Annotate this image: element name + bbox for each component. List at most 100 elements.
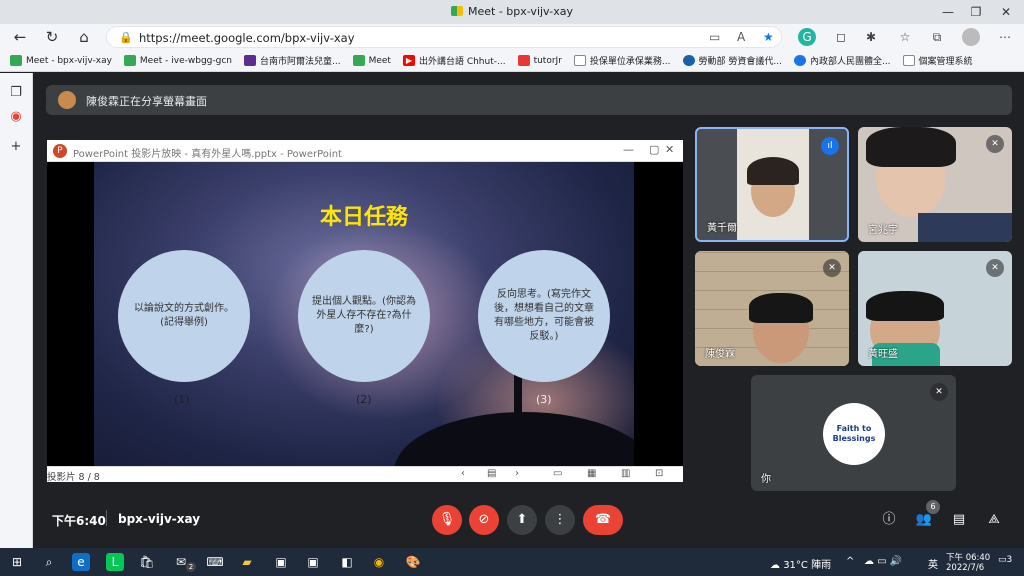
avatar (58, 91, 76, 109)
participant-tile[interactable]: ✕ 宮兆宇 (858, 127, 1012, 242)
bookmark-item[interactable]: Meet (352, 55, 391, 66)
url-text: https://meet.google.com/bpx-vijv-xay (139, 31, 355, 45)
back-icon[interactable]: ← (10, 27, 30, 47)
edge-icon[interactable]: e (72, 553, 90, 571)
hair (866, 291, 944, 321)
windows-start-icon[interactable]: ⊞ (8, 553, 26, 571)
bookmark-item[interactable]: Meet - bpx-vijv-xay (10, 55, 112, 66)
reading-view-icon: ▥ (621, 468, 631, 479)
info-icon[interactable]: ⓘ (879, 510, 899, 530)
normal-view-icon: ▭ (553, 468, 563, 479)
youtube-icon: ▶ (402, 55, 415, 66)
task-number: (3) (536, 393, 552, 406)
search-icon[interactable]: ⌕ (40, 553, 58, 571)
puzzle-icon[interactable]: ✱ (862, 28, 880, 46)
reload-icon[interactable]: ↻ (42, 27, 62, 47)
tabs-icon[interactable]: ❐ (6, 83, 26, 103)
restore-icon[interactable]: ❐ (962, 2, 990, 22)
read-aloud-icon[interactable]: A (737, 30, 745, 44)
folder-icon[interactable]: ▰ (238, 553, 256, 571)
bookmark-item[interactable]: ▶ 出外講台語 Chhut-... (402, 54, 506, 67)
tray-icons[interactable]: ☁ ▭ 🔊 (864, 556, 902, 567)
store-icon[interactable]: 🛍 (138, 553, 156, 571)
camera-icon[interactable]: ▭ (709, 30, 720, 44)
shared-screen: P PowerPoint 投影片放映 - 真有外星人嗎.pptx - Power… (47, 140, 683, 483)
camera-toggle-button[interactable]: ⊘ (469, 505, 499, 535)
extension-icon[interactable]: ◻ (832, 28, 850, 46)
minimize-icon[interactable]: — (934, 2, 962, 22)
task-circle: 反向思考。(寫完作文後，想想看自己的文章有哪些地方，可能會被反駁。) (478, 250, 610, 382)
chevron-up-icon[interactable]: ^ (846, 556, 854, 567)
bookmark-item[interactable]: 台南市阿爾法兒童... (243, 54, 341, 67)
bookmark-item[interactable]: Meet - ive-wbgg-gcn (123, 55, 232, 66)
task-circle: 以論說文的方式創作。(記得舉例) (118, 250, 250, 382)
mic-toggle-button[interactable]: 🎙 (432, 505, 462, 535)
divider (106, 510, 107, 526)
participant-tile[interactable]: ✕ 黃旺盛 (858, 251, 1012, 366)
hair (866, 127, 956, 167)
add-icon[interactable]: + (6, 137, 26, 157)
ppt-statusbar: 投影片 8 / 8 ‹ ▤ › ▭ ▦ ▥ ⊡ (47, 466, 683, 483)
participant-count-badge: 6 (926, 500, 940, 514)
bookmark-icon (352, 55, 365, 66)
profile-avatar[interactable] (962, 28, 980, 46)
collections-icon[interactable]: ⧉ (928, 28, 946, 46)
slide-title: 本日任務 (319, 205, 408, 230)
home-icon[interactable]: ⌂ (74, 27, 94, 47)
participant-tile[interactable]: ✕ 陳俊霖 (695, 251, 849, 366)
powerpoint-icon: P (53, 144, 67, 158)
participant-tile[interactable]: ıl 黃千爾 (695, 127, 849, 242)
mic-off-icon: ✕ (986, 135, 1004, 153)
line-icon[interactable]: L (106, 553, 124, 571)
bookmark-item[interactable]: tutorJr (517, 55, 562, 66)
hangup-icon: ☎ (594, 512, 612, 527)
close-icon[interactable]: ✕ (992, 2, 1020, 22)
clock-time[interactable]: 下午 06:40 (946, 551, 990, 563)
participant-name: 宮兆宇 (868, 225, 898, 236)
bookmark-item[interactable]: 勞動部 勞資會議代... (682, 54, 782, 67)
more-options-button[interactable]: ⋮ (545, 505, 575, 535)
task-number: (1) (174, 393, 190, 406)
leave-call-button[interactable]: ☎ (583, 505, 623, 535)
record-icon[interactable]: ◉ (6, 107, 26, 127)
bookmark-item[interactable]: 投保單位承保業務... (573, 54, 671, 67)
ppt-window-title: PowerPoint 投影片放映 - 真有外星人嗎.pptx - PowerPo… (73, 149, 342, 160)
app-icon[interactable]: ▣ (304, 553, 322, 571)
chat-icon[interactable]: ▤ (949, 510, 969, 530)
mic-off-icon: 🎙 (438, 512, 456, 527)
bookmark-icon (793, 55, 806, 66)
restore-icon: ▢ (649, 143, 660, 156)
bookmark-icon (682, 55, 695, 66)
sidebar-rail: ❐ ◉ + (0, 73, 33, 548)
mic-off-icon: ✕ (823, 259, 841, 277)
favorites-icon[interactable]: ☆ (896, 28, 914, 46)
bookmark-item[interactable]: 內政部人民團體全... (793, 54, 891, 67)
app-icon[interactable]: ⌨ (206, 553, 224, 571)
self-tile[interactable]: Faith to Blessings ✕ 你 (751, 375, 956, 491)
hair (747, 157, 799, 185)
ime-indicator[interactable]: 英 (928, 556, 938, 571)
participant-name: 陳俊霖 (705, 349, 735, 360)
tab-title[interactable]: Meet - bpx-vijv-xay (0, 5, 1024, 18)
paint-icon[interactable]: 🎨 (404, 553, 422, 571)
mic-off-icon: ✕ (930, 383, 948, 401)
meeting-code: bpx-vijv-xay (118, 512, 201, 526)
speaking-icon: ıl (821, 137, 839, 155)
notes-icon: ▤ (487, 468, 497, 479)
app-icon[interactable]: ▣ (272, 553, 290, 571)
present-button[interactable]: ⬆ (507, 505, 537, 535)
clock-date[interactable]: 2022/7/6 (946, 563, 984, 573)
notification-icon[interactable]: ▭3 (998, 555, 1012, 565)
windows-taskbar: ⊞ ⌕ e L 🛍 ✉ 2 ⌨ ▰ ▣ ▣ ◧ ◉ 🎨 ☁ 31°C 陣雨 ^ … (0, 548, 1024, 576)
star-icon[interactable]: ★ (763, 30, 774, 44)
app-icon[interactable]: ◧ (338, 553, 356, 571)
bookmark-item[interactable]: 個案管理系統 (902, 54, 973, 67)
address-row: ← ↻ ⌂ 🔒 https://meet.google.com/bpx-vijv… (0, 24, 1024, 50)
grammarly-icon[interactable]: G (798, 28, 816, 46)
chrome-icon[interactable]: ◉ (370, 553, 388, 571)
address-bar[interactable]: 🔒 https://meet.google.com/bpx-vijv-xay ▭… (106, 26, 782, 48)
ppt-titlebar: P PowerPoint 投影片放映 - 真有外星人嗎.pptx - Power… (47, 140, 683, 162)
more-icon[interactable]: ⋯ (996, 28, 1014, 46)
activities-icon[interactable]: ⟁ (984, 510, 1004, 530)
slide-area: 本日任務 以論說文的方式創作。(記得舉例) 提出個人觀點。(你認為外星人存不存在… (47, 162, 683, 466)
